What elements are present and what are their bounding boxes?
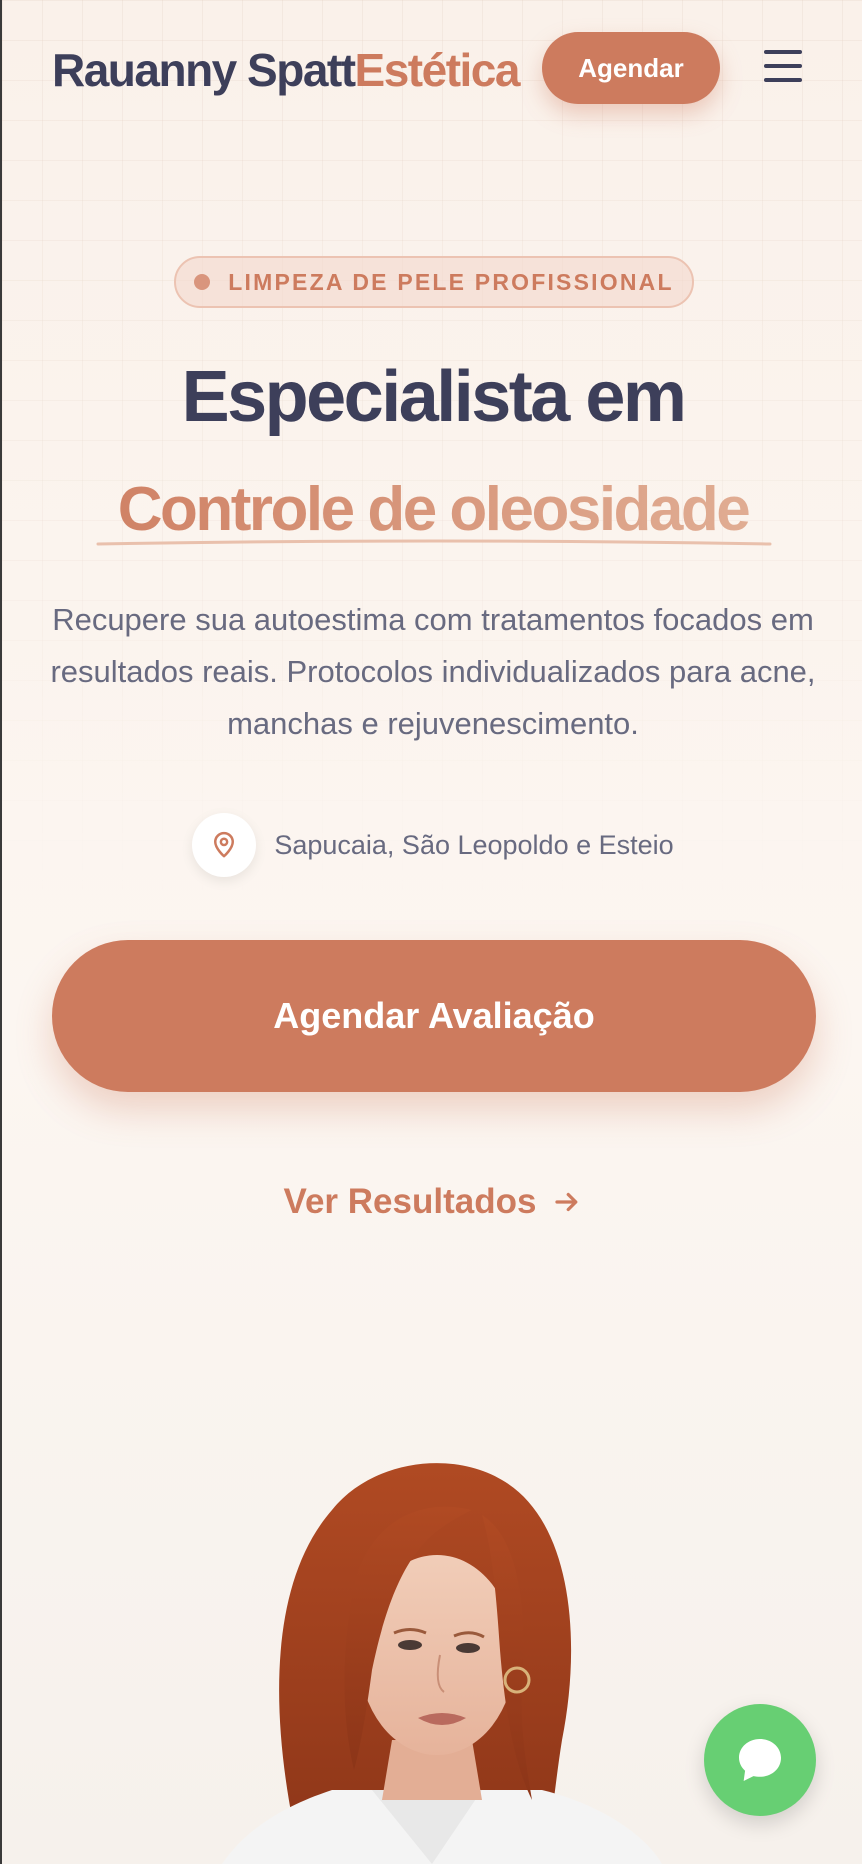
- arrow-right-icon: [555, 1192, 578, 1212]
- header-schedule-button[interactable]: Agendar: [542, 32, 720, 104]
- menu-line: [764, 64, 802, 68]
- menu-line: [764, 78, 802, 82]
- hero-badge: LIMPEZA DE PELE PROFISSIONAL: [174, 256, 694, 308]
- site-header: Rauanny SpattEstética Agendar: [2, 0, 862, 136]
- logo-accent: Estética: [354, 44, 521, 96]
- see-results-label: Ver Resultados: [283, 1182, 537, 1221]
- hamburger-icon[interactable]: [762, 46, 804, 86]
- badge-dot-icon: [194, 274, 211, 290]
- whatsapp-chat-button[interactable]: [704, 1704, 816, 1816]
- logo-name: Rauanny Spatt: [52, 44, 356, 96]
- chat-bubble-icon: [739, 1739, 781, 1781]
- schedule-evaluation-button[interactable]: Agendar Avaliação: [52, 940, 816, 1092]
- badge-label: LIMPEZA DE PELE PROFISSIONAL: [228, 268, 674, 295]
- hero-portrait-image: [182, 1440, 702, 1864]
- logo[interactable]: Rauanny SpattEstética: [52, 44, 521, 96]
- location-row: Sapucaia, São Leopoldo e Esteio: [2, 812, 862, 878]
- menu-line: [764, 50, 802, 54]
- page: Rauanny SpattEstética Agendar LIMPEZA DE…: [0, 0, 862, 1864]
- map-pin-icon: [192, 813, 257, 877]
- see-results-link[interactable]: Ver Resultados: [2, 1174, 862, 1230]
- subtitle-underline: [96, 539, 772, 546]
- hero-description: Recupere sua autoestima com tratamentos …: [50, 602, 816, 741]
- location-text: Sapucaia, São Leopoldo e Esteio: [274, 829, 674, 860]
- hero-title: Especialista em: [181, 357, 687, 437]
